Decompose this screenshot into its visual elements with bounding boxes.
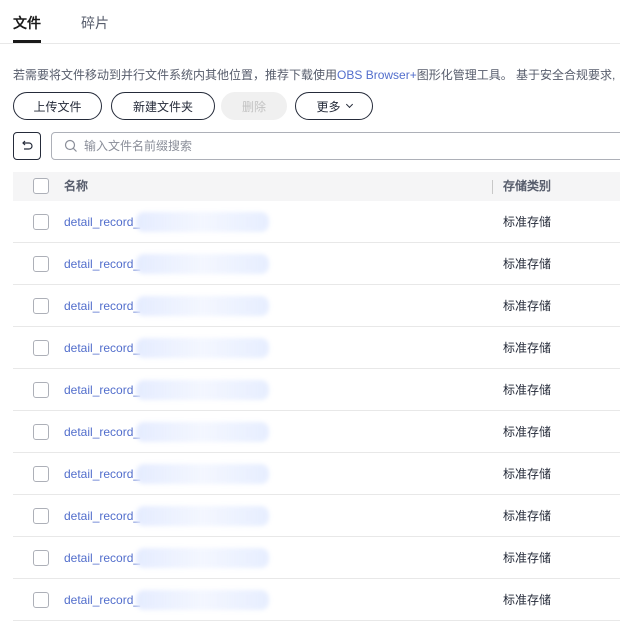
file-table: 名称 存储类别 detail_record_ 标准存储 detail_record_… — [13, 172, 620, 621]
file-name-link[interactable]: detail_record_ — [64, 467, 140, 481]
redacted-filename-suffix — [136, 296, 269, 316]
file-name-link[interactable]: detail_record_ — [64, 215, 140, 229]
obs-browser-link[interactable]: OBS Browser+ — [337, 68, 417, 82]
delete-button[interactable]: 删除 — [221, 92, 287, 120]
row-checkbox[interactable] — [33, 214, 49, 230]
storage-class: 标准存储 — [503, 467, 552, 481]
row-checkbox[interactable] — [33, 550, 49, 566]
redacted-filename-suffix — [136, 464, 269, 484]
new-folder-label: 新建文件夹 — [132, 99, 193, 114]
file-name-link[interactable]: detail_record_ — [64, 299, 140, 313]
chevron-down-icon — [345, 100, 353, 109]
redacted-filename-suffix — [136, 212, 269, 232]
file-name-link[interactable]: detail_record_ — [64, 551, 140, 565]
redacted-filename-suffix — [136, 422, 269, 442]
back-button[interactable] — [13, 132, 41, 160]
row-checkbox[interactable] — [33, 382, 49, 398]
redacted-filename-suffix — [136, 254, 269, 274]
row-checkbox[interactable] — [33, 256, 49, 272]
migration-notice: 若需要将文件移动到并行文件系统内其他位置，推荐下载使用OBS Browser+图… — [13, 66, 620, 84]
table-row: detail_record_ 标准存储 — [13, 579, 620, 621]
row-checkbox[interactable] — [33, 466, 49, 482]
storage-class: 标准存储 — [503, 593, 552, 607]
file-name-link[interactable]: detail_record_ — [64, 593, 140, 607]
redacted-filename-suffix — [136, 506, 269, 526]
column-divider[interactable] — [492, 180, 493, 194]
storage-class: 标准存储 — [503, 299, 552, 313]
storage-class: 标准存储 — [503, 257, 552, 271]
file-name-link[interactable]: detail_record_ — [64, 425, 140, 439]
storage-class: 标准存储 — [503, 341, 552, 355]
storage-class: 标准存储 — [503, 509, 552, 523]
storage-class: 标准存储 — [503, 551, 552, 565]
select-all-checkbox[interactable] — [33, 178, 49, 194]
row-checkbox[interactable] — [33, 298, 49, 314]
table-row: detail_record_ 标准存储 — [13, 411, 620, 453]
redacted-filename-suffix — [136, 548, 269, 568]
column-header-storage: 存储类别 — [503, 179, 552, 193]
file-name-link[interactable]: detail_record_ — [64, 509, 140, 523]
notice-prefix: 若需要将文件移动到并行文件系统内其他位置，推荐下载使用 — [13, 68, 338, 82]
tab-fragments[interactable]: 碎片 — [81, 14, 109, 32]
redacted-filename-suffix — [136, 590, 269, 610]
row-checkbox[interactable] — [33, 592, 49, 608]
search-icon — [64, 139, 77, 152]
back-arrow-icon — [22, 140, 33, 150]
file-name-link[interactable]: detail_record_ — [64, 257, 140, 271]
storage-class: 标准存储 — [503, 383, 552, 397]
file-name-link[interactable]: detail_record_ — [64, 341, 140, 355]
search-box — [51, 132, 620, 160]
table-row: detail_record_ 标准存储 — [13, 201, 620, 243]
storage-class: 标准存储 — [503, 215, 552, 229]
row-checkbox[interactable] — [33, 340, 49, 356]
table-row: detail_record_ 标准存储 — [13, 453, 620, 495]
upload-file-label: 上传文件 — [33, 99, 82, 114]
redacted-filename-suffix — [136, 380, 269, 400]
upload-file-button[interactable]: 上传文件 — [13, 92, 102, 120]
table-header: 名称 存储类别 — [13, 172, 620, 201]
table-row: detail_record_ 标准存储 — [13, 537, 620, 579]
new-folder-button[interactable]: 新建文件夹 — [111, 92, 215, 120]
table-row: detail_record_ 标准存储 — [13, 369, 620, 411]
table-row: detail_record_ 标准存储 — [13, 495, 620, 537]
storage-class: 标准存储 — [503, 425, 552, 439]
table-body: detail_record_ 标准存储 detail_record_ 标准存储 deta… — [13, 201, 620, 621]
column-header-name: 名称 — [64, 179, 89, 193]
table-row: detail_record_ 标准存储 — [13, 327, 620, 369]
notice-suffix: 图形化管理工具。 基于安全合规要求, — [416, 68, 616, 82]
table-row: detail_record_ 标准存储 — [13, 285, 620, 327]
table-row: detail_record_ 标准存储 — [13, 243, 620, 285]
row-checkbox[interactable] — [33, 508, 49, 524]
file-name-link[interactable]: detail_record_ — [64, 383, 140, 397]
tab-files[interactable]: 文件 — [13, 14, 41, 32]
active-tab-indicator — [13, 40, 41, 43]
search-input[interactable] — [84, 139, 484, 153]
redacted-filename-suffix — [136, 338, 269, 358]
tab-bar: 文件 碎片 — [0, 0, 620, 44]
delete-label: 删除 — [241, 99, 266, 114]
more-label: 更多 — [316, 99, 341, 114]
row-checkbox[interactable] — [33, 424, 49, 440]
more-button[interactable]: 更多 — [295, 92, 373, 120]
